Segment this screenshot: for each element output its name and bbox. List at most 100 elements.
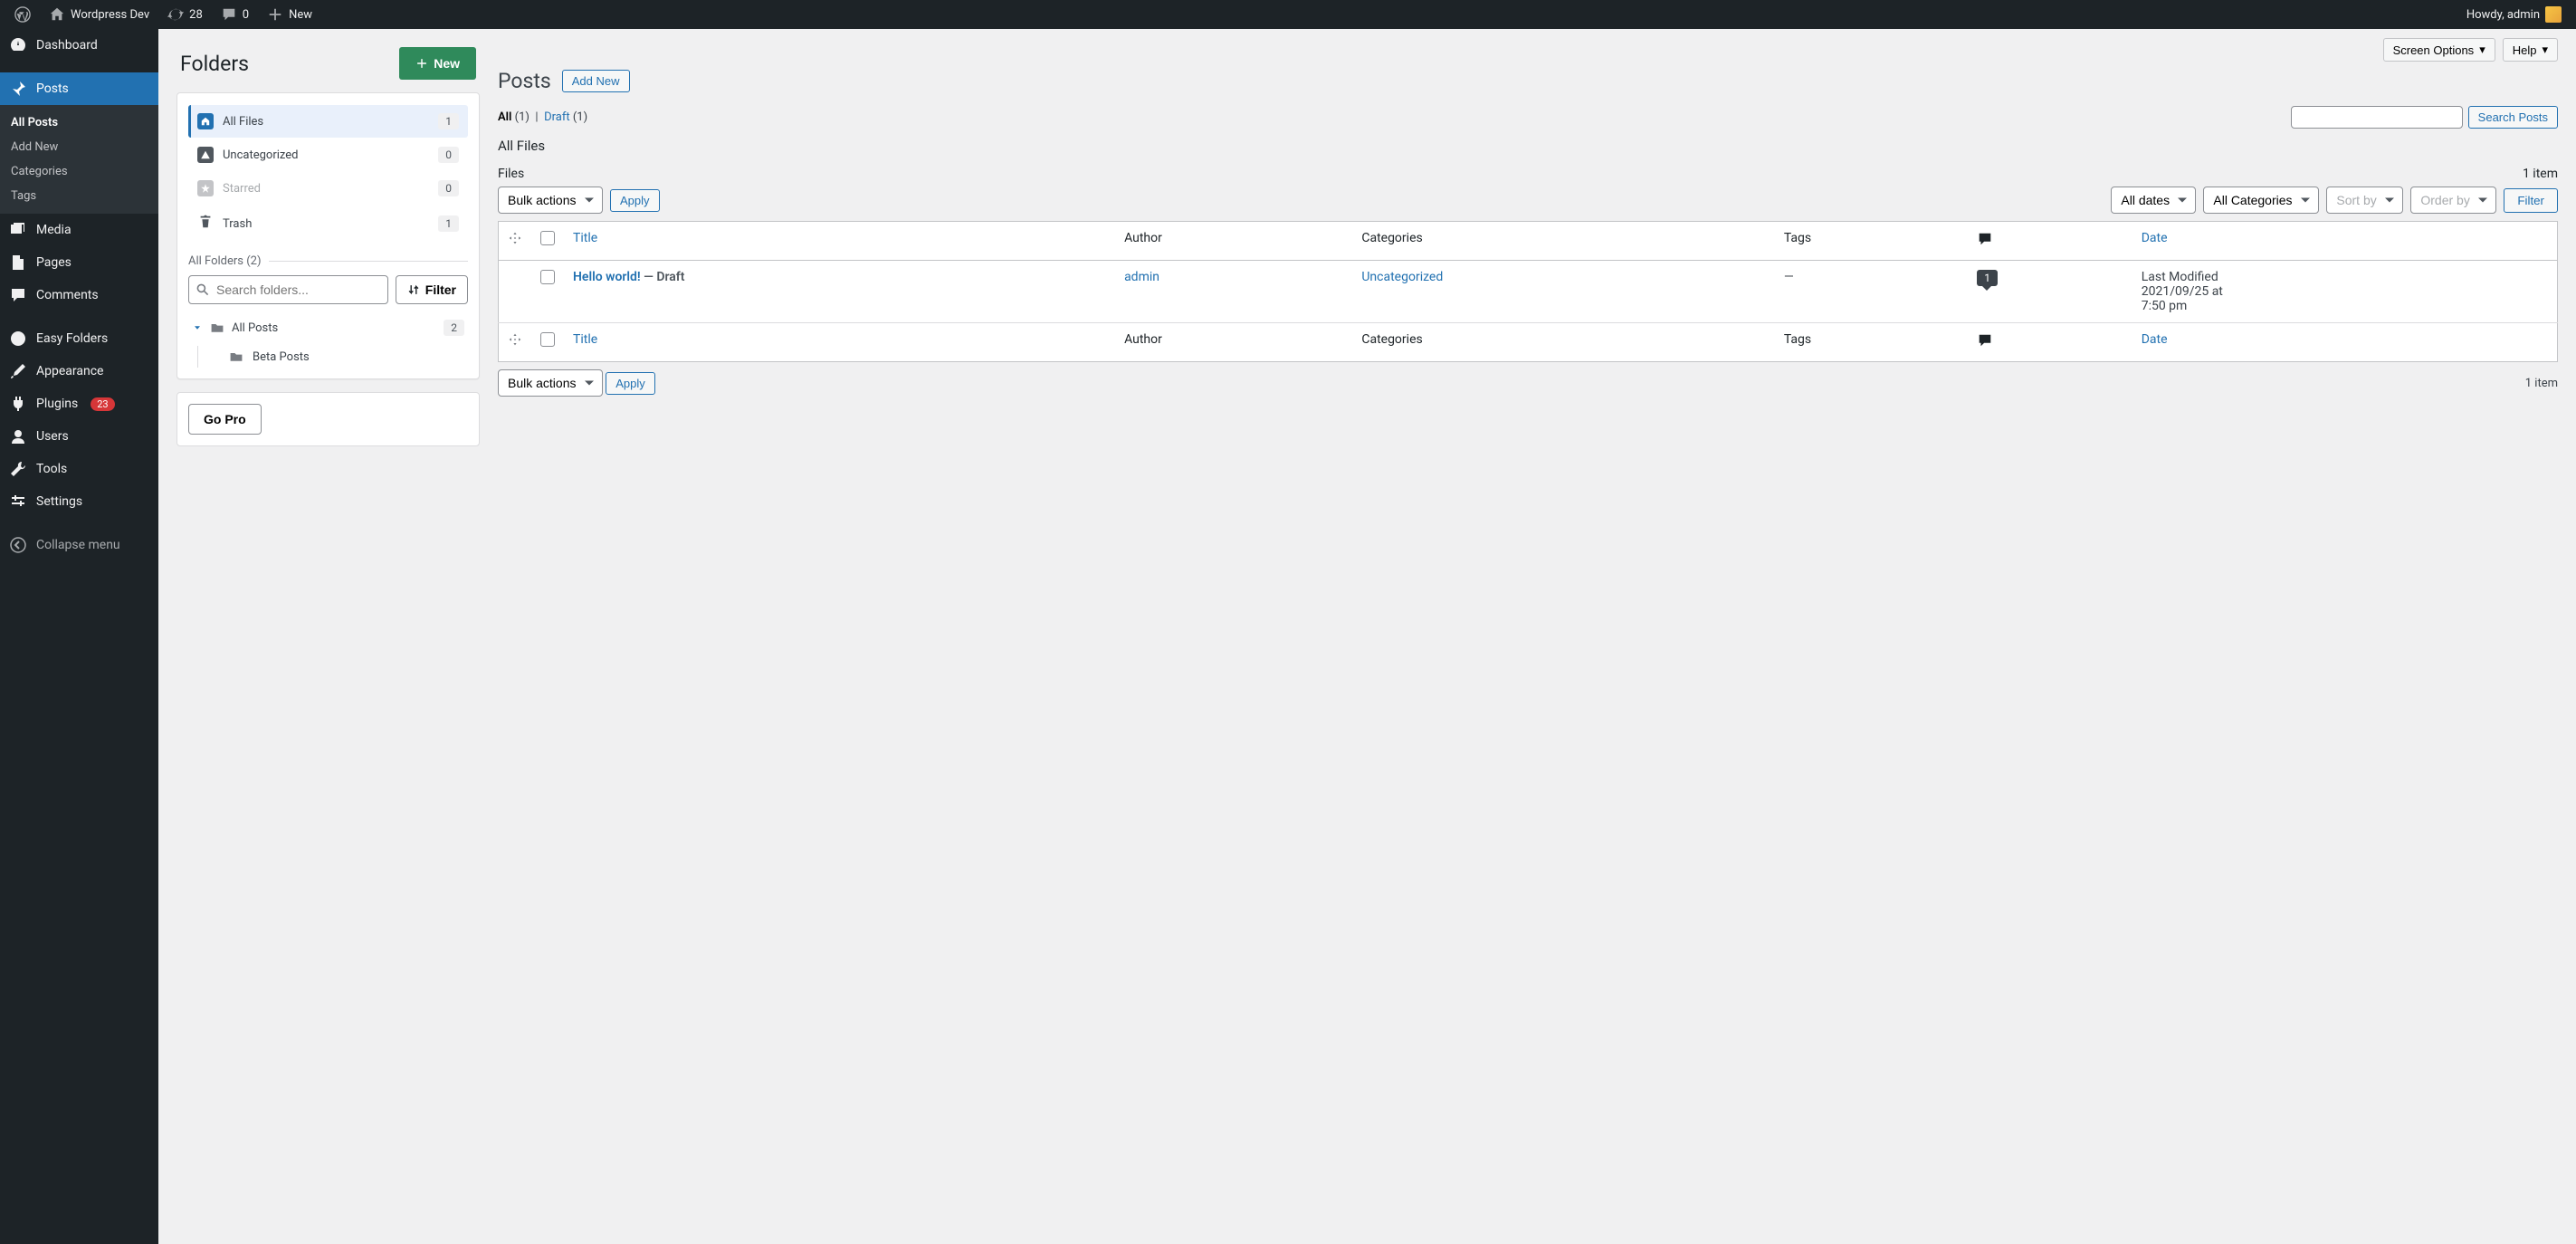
col-title-foot[interactable]: Title xyxy=(564,323,1115,362)
col-comments-foot xyxy=(1968,323,2132,362)
menu-tools[interactable]: Tools xyxy=(0,453,158,485)
updates-menu[interactable]: 28 xyxy=(160,0,210,29)
submenu-add-new[interactable]: Add New xyxy=(0,135,158,159)
media-icon xyxy=(9,221,27,239)
sliders-icon xyxy=(9,493,27,511)
tree-count: 2 xyxy=(444,320,464,336)
menu-plugins[interactable]: Plugins 23 xyxy=(0,388,158,420)
apply-button-bottom[interactable]: Apply xyxy=(606,372,655,395)
menu-pages[interactable]: Pages xyxy=(0,246,158,279)
menu-settings[interactable]: Settings xyxy=(0,485,158,518)
pin-icon xyxy=(9,80,27,98)
bulk-actions-select-top[interactable]: Bulk actions xyxy=(498,187,603,214)
dates-select[interactable]: All dates xyxy=(2111,187,2196,214)
search-icon xyxy=(196,282,210,297)
author-link[interactable]: admin xyxy=(1124,270,1159,284)
go-pro-button[interactable]: Go Pro xyxy=(188,404,262,435)
folder-all-files[interactable]: All Files 1 xyxy=(188,105,468,138)
comments-menu[interactable]: 0 xyxy=(214,0,256,29)
move-icon xyxy=(508,231,522,245)
help-button[interactable]: Help ▾ xyxy=(2503,38,2558,62)
category-link[interactable]: Uncategorized xyxy=(1361,270,1443,284)
new-label: New xyxy=(289,8,312,22)
menu-comments[interactable]: Comments xyxy=(0,279,158,311)
dashboard-icon xyxy=(9,36,27,54)
comment-count-badge[interactable]: 1 xyxy=(1977,270,1998,286)
filter-draft[interactable]: Draft xyxy=(544,110,570,124)
menu-dashboard[interactable]: Dashboard xyxy=(0,29,158,62)
avatar xyxy=(2545,6,2562,23)
filter-all[interactable]: All xyxy=(498,110,511,124)
submenu-tags[interactable]: Tags xyxy=(0,184,158,208)
col-author: Author xyxy=(1115,222,1352,261)
menu-collapse[interactable]: Collapse menu xyxy=(0,529,158,561)
order-by-select[interactable]: Order by xyxy=(2410,187,2496,214)
categories-select[interactable]: All Categories xyxy=(2203,187,2319,214)
date-line: Last Modified xyxy=(2142,270,2548,284)
search-posts-input[interactable] xyxy=(2291,106,2463,129)
menu-label: Dashboard xyxy=(36,38,98,53)
folder-label: Trash xyxy=(223,217,252,231)
plug-icon xyxy=(9,395,27,413)
filter-folders-button[interactable]: Filter xyxy=(396,275,468,304)
star-icon xyxy=(197,180,214,196)
col-comments xyxy=(1968,222,2132,261)
add-new-post-button[interactable]: Add New xyxy=(562,70,630,92)
chevron-down-icon: ▾ xyxy=(2479,43,2485,57)
folder-label: Uncategorized xyxy=(223,148,298,162)
collapse-icon xyxy=(9,536,27,554)
move-icon xyxy=(508,332,522,347)
wp-logo-menu[interactable] xyxy=(7,0,38,29)
apply-button-top[interactable]: Apply xyxy=(610,189,660,212)
col-date[interactable]: Date xyxy=(2132,222,2558,261)
folder-label: Starred xyxy=(223,182,261,196)
post-title-link[interactable]: Hello world! xyxy=(573,270,641,284)
new-folder-button[interactable]: New xyxy=(399,47,476,80)
item-count-top: 1 item xyxy=(2523,167,2558,181)
submenu-categories[interactable]: Categories xyxy=(0,159,158,184)
new-content-menu[interactable]: New xyxy=(260,0,320,29)
select-all-checkbox-bottom[interactable] xyxy=(540,332,555,347)
sort-icon xyxy=(407,283,420,296)
comment-icon xyxy=(1977,231,1993,247)
menu-label: Collapse menu xyxy=(36,538,120,552)
home-icon xyxy=(197,113,214,129)
wrench-icon xyxy=(9,460,27,478)
search-folders-input[interactable] xyxy=(188,275,388,304)
plus-icon xyxy=(267,6,283,23)
menu-users[interactable]: Users xyxy=(0,420,158,453)
filter-button[interactable]: Filter xyxy=(2504,188,2558,213)
admin-bar: Wordpress Dev 28 0 New Howdy, admin xyxy=(0,0,2576,29)
easy-folders-icon xyxy=(9,330,27,348)
trash-icon xyxy=(197,214,214,234)
wordpress-icon xyxy=(14,6,31,23)
col-date-foot[interactable]: Date xyxy=(2132,323,2558,362)
my-account-menu[interactable]: Howdy, admin xyxy=(2459,0,2569,29)
bulk-actions-select-bottom[interactable]: Bulk actions xyxy=(498,369,603,397)
comment-icon xyxy=(9,286,27,304)
sort-by-select[interactable]: Sort by xyxy=(2326,187,2403,214)
tree-all-posts[interactable]: All Posts 2 xyxy=(188,313,468,342)
search-posts-button[interactable]: Search Posts xyxy=(2468,106,2558,129)
col-title[interactable]: Title xyxy=(564,222,1115,261)
tree-beta-posts[interactable]: Beta Posts xyxy=(197,346,468,368)
col-author-foot: Author xyxy=(1115,323,1352,362)
screen-options-button[interactable]: Screen Options ▾ xyxy=(2383,38,2495,62)
folder-trash[interactable]: Trash 1 xyxy=(188,206,468,242)
new-label: New xyxy=(434,56,460,71)
menu-label: Plugins xyxy=(36,397,78,411)
menu-posts[interactable]: Posts xyxy=(0,72,158,105)
menu-label: Tools xyxy=(36,462,67,476)
submenu-all-posts[interactable]: All Posts xyxy=(0,110,158,135)
folder-uncategorized[interactable]: Uncategorized 0 xyxy=(188,139,468,171)
caret-down-icon xyxy=(192,322,203,333)
warning-icon xyxy=(197,147,214,163)
folder-starred[interactable]: Starred 0 xyxy=(188,172,468,205)
screen-options-label: Screen Options xyxy=(2393,43,2475,57)
menu-appearance[interactable]: Appearance xyxy=(0,355,158,388)
select-all-checkbox-top[interactable] xyxy=(540,231,555,245)
site-name-menu[interactable]: Wordpress Dev xyxy=(42,0,157,29)
menu-media[interactable]: Media xyxy=(0,214,158,246)
menu-easy-folders[interactable]: Easy Folders xyxy=(0,322,158,355)
row-checkbox[interactable] xyxy=(540,270,555,284)
